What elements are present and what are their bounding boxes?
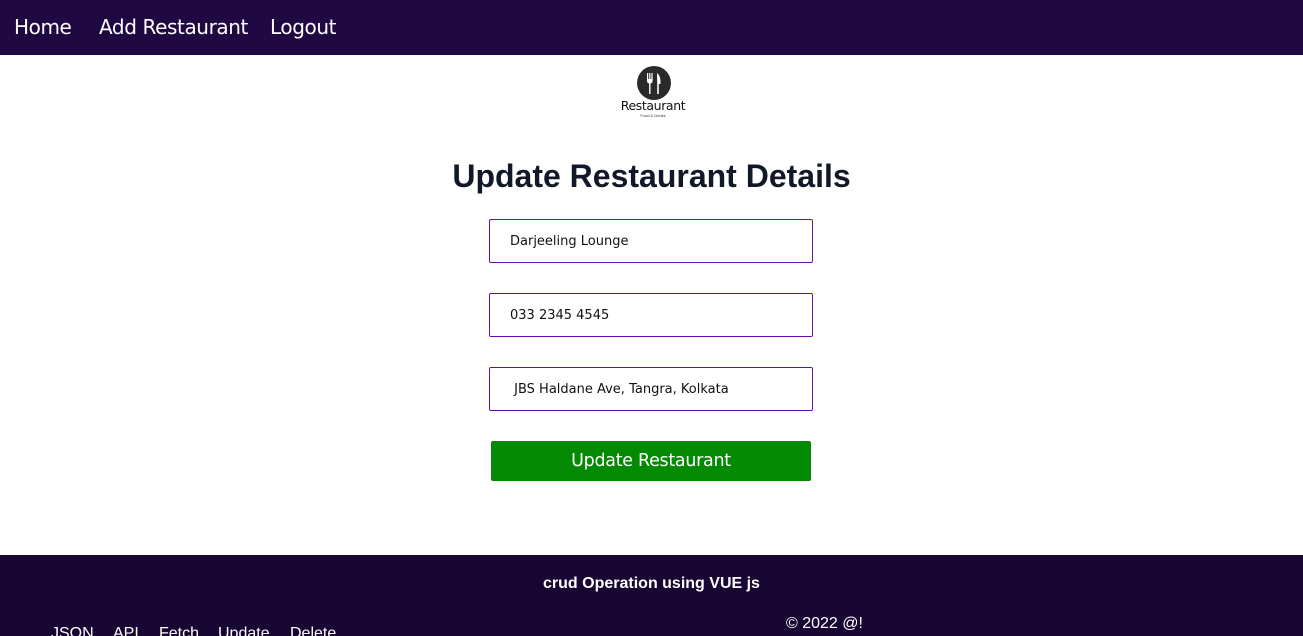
footer-link-api[interactable]: API <box>113 625 139 636</box>
page-title: Update Restaurant Details <box>452 158 851 194</box>
nav-home-link[interactable]: Home <box>14 16 72 38</box>
copyright-text: © 2022 @! <box>786 615 863 632</box>
nav-logout-link[interactable]: Logout <box>270 16 336 38</box>
footer-link-json[interactable]: JSON <box>51 625 94 636</box>
footer-heading: crud Operation using VUE js <box>543 575 760 592</box>
footer-link-fetch[interactable]: Fetch <box>159 625 199 636</box>
footer-link-update[interactable]: Update <box>218 625 270 636</box>
restaurant-name-input[interactable] <box>489 219 813 263</box>
top-nav: Home Add Restaurant Logout <box>0 0 1303 55</box>
logo-subtitle: Food & Drinks <box>640 113 666 118</box>
fork-knife-icon <box>637 66 671 100</box>
restaurant-contact-input[interactable] <box>489 293 813 337</box>
update-restaurant-button[interactable]: Update Restaurant <box>491 441 811 481</box>
footer-link-delete[interactable]: Delete <box>290 625 336 636</box>
nav-add-restaurant-link[interactable]: Add Restaurant <box>99 16 248 38</box>
restaurant-address-input[interactable] <box>489 367 813 411</box>
logo-title: Restaurant <box>620 98 686 113</box>
footer: crud Operation using VUE js JSON API Fet… <box>0 555 1303 636</box>
restaurant-logo: Restaurant Food & Drinks <box>618 64 688 124</box>
